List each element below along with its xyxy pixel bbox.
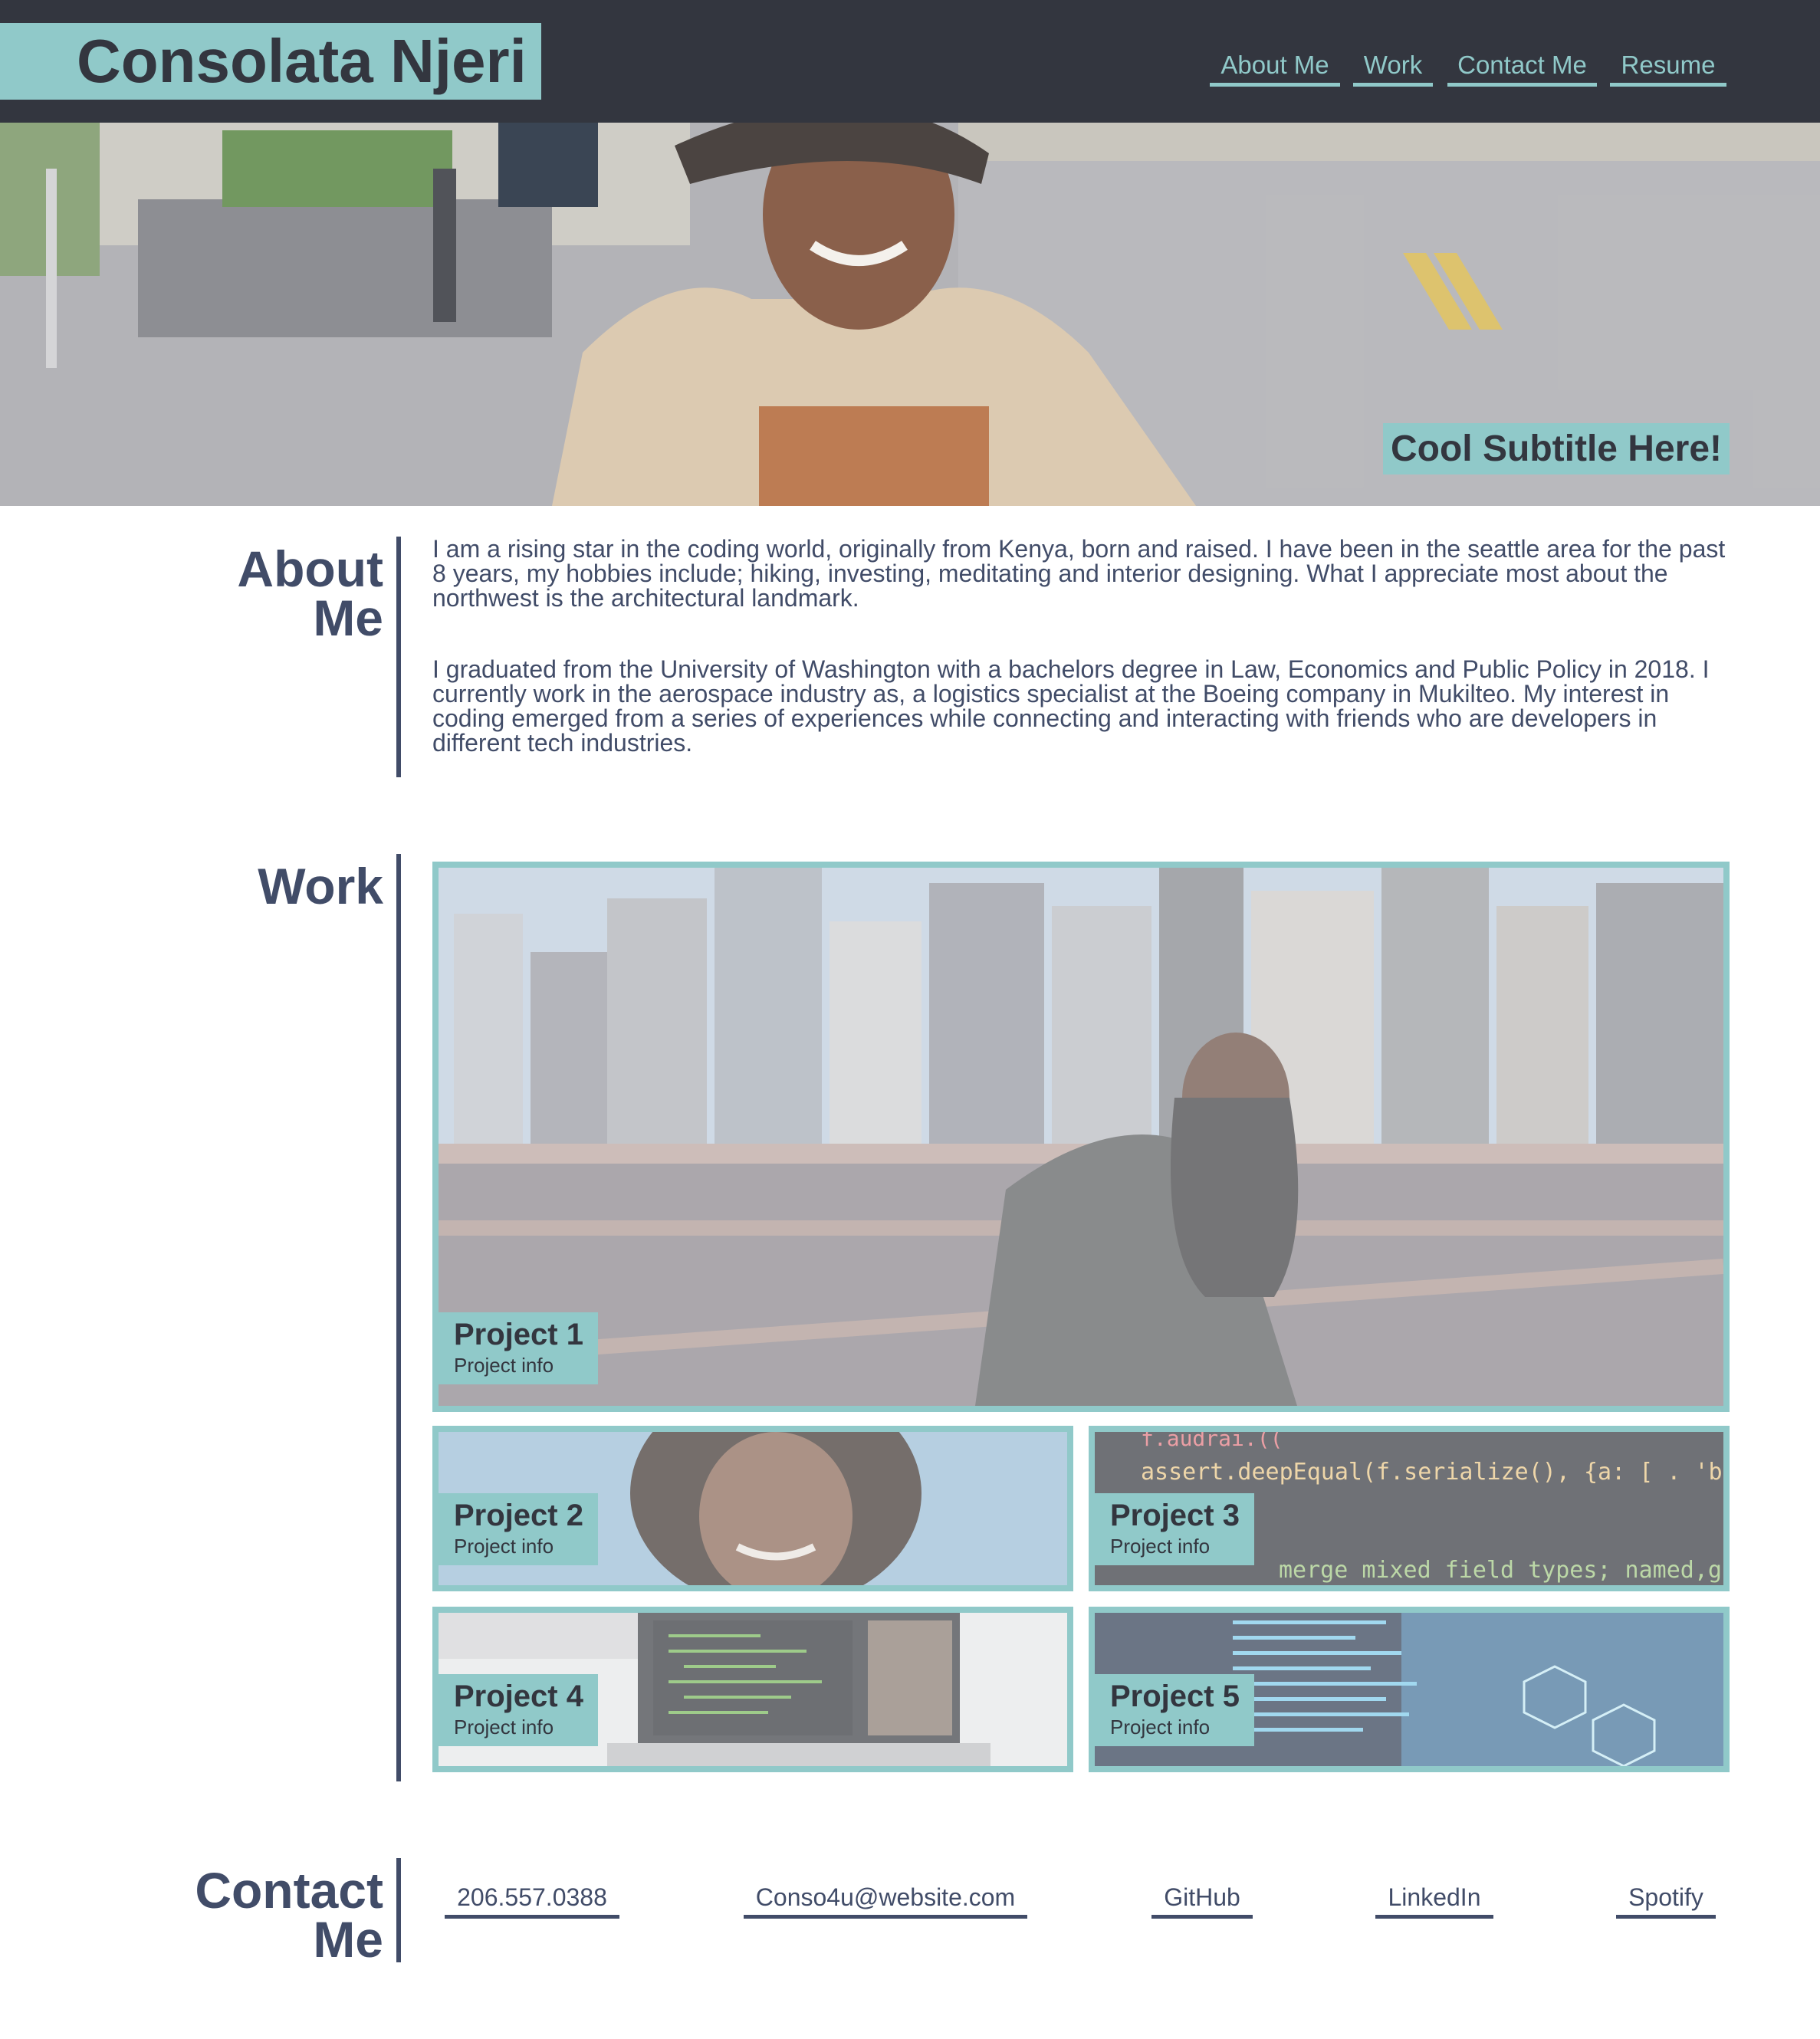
nav-about-me[interactable]: About Me <box>1210 48 1340 87</box>
project-card-1[interactable]: Project 1 Project info <box>432 862 1730 1412</box>
contact-title: Contact Me <box>115 1862 383 1968</box>
contact-title-line1: Contact <box>195 1862 383 1919</box>
contact-phone-link[interactable]: 206.557.0388 <box>445 1880 619 1919</box>
project-3-label: Project 3 Project info <box>1095 1493 1254 1565</box>
work-divider <box>396 854 401 1781</box>
contact-email-link[interactable]: Conso4u@website.com <box>744 1880 1027 1919</box>
about-paragraph-2: I graduated from the University of Washi… <box>432 655 1710 757</box>
about-title-line1: About <box>237 540 383 597</box>
project-card-4[interactable]: Project 4 Project info <box>432 1607 1073 1772</box>
project-3-info: Project info <box>1110 1535 1211 1558</box>
project-5-name: Project 5 <box>1110 1679 1240 1713</box>
contact-github-link[interactable]: GitHub <box>1151 1880 1253 1919</box>
contact-title-line2: Me <box>313 1911 383 1968</box>
project-4-label: Project 4 Project info <box>439 1674 598 1746</box>
project-5-info: Project info <box>1110 1716 1211 1739</box>
about-paragraph-1: I am a rising star in the coding world, … <box>432 535 1726 612</box>
nav-work[interactable]: Work <box>1353 48 1433 87</box>
project-4-name: Project 4 <box>454 1679 583 1713</box>
about-title: About Me <box>153 540 383 646</box>
project-1-name: Project 1 <box>454 1318 583 1351</box>
project-card-5[interactable]: Project 5 Project info <box>1089 1607 1730 1772</box>
nav-resume[interactable]: Resume <box>1610 48 1726 87</box>
project-card-2[interactable]: Project 2 Project info <box>432 1426 1073 1591</box>
project-5-label: Project 5 Project info <box>1095 1674 1254 1746</box>
contact-divider <box>396 1858 401 1962</box>
about-divider <box>396 537 401 777</box>
project-2-label: Project 2 Project info <box>439 1493 598 1565</box>
project-3-name: Project 3 <box>1110 1499 1240 1532</box>
site-header: Consolata Njeri About Me Work Contact Me… <box>0 0 1820 123</box>
project-card-3[interactable]: f.audrai.(( assert.deepEqual(f.serialize… <box>1089 1426 1730 1591</box>
project-1-tint <box>439 868 1723 1406</box>
project-2-name: Project 2 <box>454 1499 583 1532</box>
hero-subtitle: Cool Subtitle Here! <box>1383 423 1730 474</box>
project-1-label: Project 1 Project info <box>439 1312 598 1384</box>
nav-contact-me[interactable]: Contact Me <box>1447 48 1597 87</box>
site-name: Consolata Njeri <box>0 23 541 100</box>
project-1-info: Project info <box>454 1354 554 1377</box>
project-4-info: Project info <box>454 1716 554 1739</box>
contact-spotify-link[interactable]: Spotify <box>1616 1880 1716 1919</box>
about-title-line2: Me <box>313 589 383 646</box>
project-2-info: Project info <box>454 1535 554 1558</box>
work-title: Work <box>258 858 383 914</box>
contact-linkedin-link[interactable]: LinkedIn <box>1375 1880 1493 1919</box>
